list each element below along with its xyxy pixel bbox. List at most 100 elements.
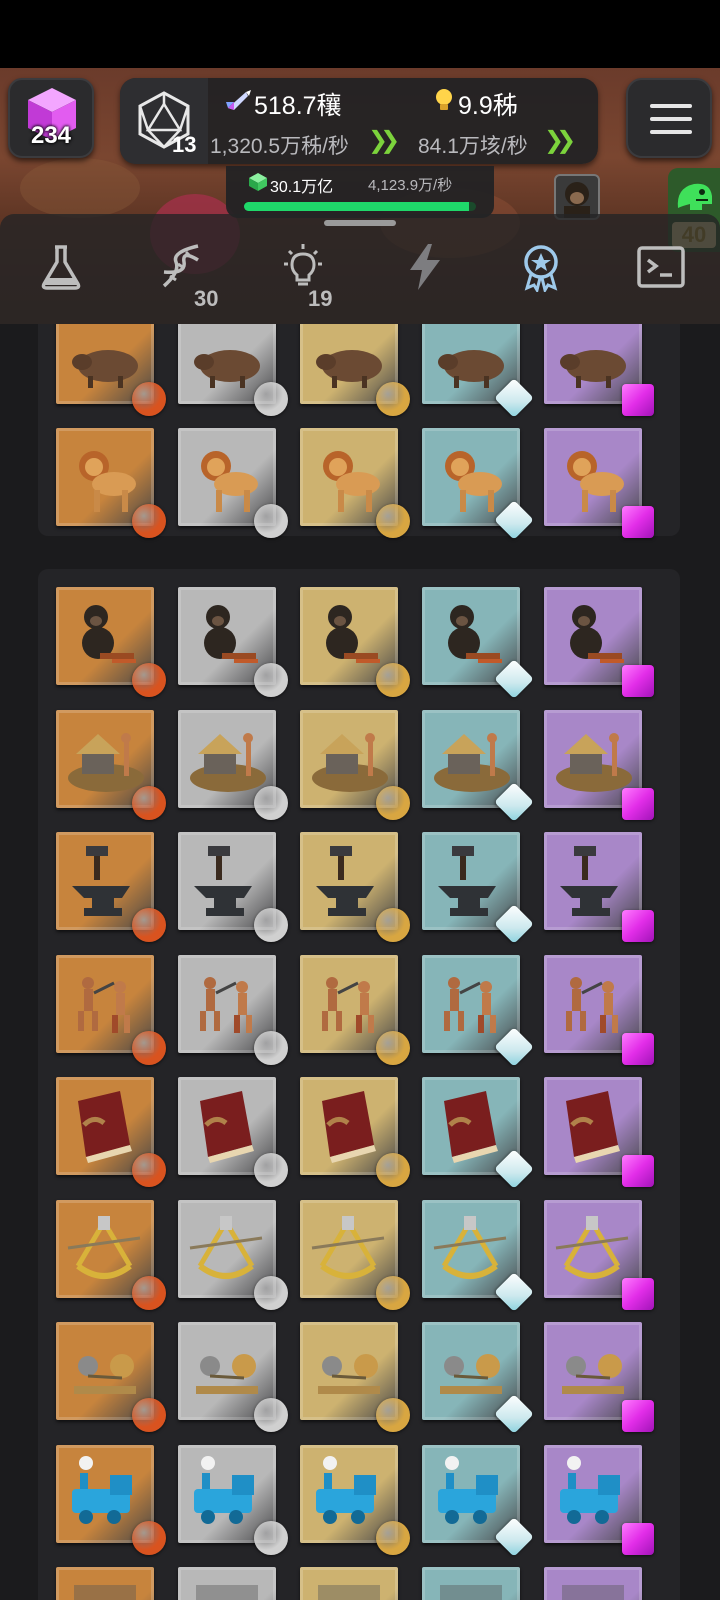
achievement-next-silver[interactable] (178, 1567, 276, 1600)
achievement-hut-bronze[interactable] (56, 709, 166, 820)
book-icon (566, 1091, 620, 1163)
achievement-steam-engine-silver[interactable] (178, 1322, 288, 1432)
rate-up-icon: ❯❯ (544, 126, 576, 154)
achievement-locomotive-diamond[interactable] (422, 1444, 534, 1557)
achievement-next-bronze[interactable] (56, 1567, 154, 1600)
gem-button[interactable]: 234 (8, 78, 94, 158)
fighters-icon (444, 976, 496, 1033)
achievement-next-gold[interactable] (300, 1567, 398, 1600)
achievement-steam-engine-amethyst[interactable] (544, 1322, 654, 1432)
achievement-locomotive-amethyst[interactable] (544, 1444, 654, 1555)
tab-dna[interactable]: 30 (140, 236, 220, 316)
dna-gem-icon (249, 173, 267, 191)
hut-icon (190, 732, 266, 792)
chimp-icon (564, 182, 590, 218)
achievement-book-diamond[interactable] (422, 1077, 534, 1189)
resource-b-value: 9.9秭 (458, 92, 518, 120)
achievement-next-diamond[interactable] (422, 1567, 520, 1600)
lion-icon (323, 451, 380, 512)
achievement-hut-silver[interactable] (178, 709, 288, 820)
achievement-book-silver[interactable] (178, 1077, 288, 1187)
tab-console[interactable] (620, 236, 700, 316)
chimp-icon (448, 605, 502, 663)
achievement-lion-bronze[interactable] (56, 428, 166, 538)
achievement-steam-engine-diamond[interactable] (422, 1322, 534, 1434)
achievement-lion-silver[interactable] (178, 428, 288, 538)
fighters-icon (78, 976, 130, 1033)
achievement-steam-engine-bronze[interactable] (56, 1322, 166, 1432)
terminal-icon (637, 246, 685, 288)
menu-line (650, 104, 692, 108)
achievement-sextant-silver[interactable] (178, 1199, 288, 1310)
achievement-fighters-silver[interactable] (178, 954, 288, 1065)
achievement-sextant-gold[interactable] (300, 1199, 410, 1310)
achievement-book-bronze[interactable] (56, 1077, 166, 1187)
boar-icon (438, 350, 504, 388)
achievement-chimp-diamond[interactable] (422, 587, 534, 699)
resource-panel[interactable]: 13 518.7穰 1,320.5万秭/秒 ❯❯ 9.9秭 84.1万垓/秒 ❯… (120, 78, 598, 164)
achievement-fighters-bronze[interactable] (56, 954, 166, 1065)
achievement-sextant-amethyst[interactable] (544, 1199, 654, 1310)
achievement-boar-bronze[interactable] (56, 324, 166, 416)
dna-panel[interactable]: 30.1万亿 4,123.9万/秒 (226, 166, 494, 218)
tab-bar: 30 19 (0, 214, 720, 324)
achievement-hut-gold[interactable] (300, 709, 410, 820)
achievement-next-amethyst[interactable] (544, 1567, 642, 1600)
locomotive-icon (194, 1455, 254, 1524)
achievement-steam-engine-gold[interactable] (300, 1322, 410, 1432)
dna-rate: 4,123.9万/秒 (368, 177, 453, 194)
tab-ideas[interactable]: 19 (262, 236, 342, 316)
anvil-icon (438, 846, 496, 916)
achievement-anvil-diamond[interactable] (422, 832, 534, 944)
tab-energy[interactable] (384, 236, 464, 316)
achievement-chimp-amethyst[interactable] (544, 587, 654, 697)
achievement-book-gold[interactable] (300, 1077, 410, 1187)
achievement-fighters-gold[interactable] (300, 954, 410, 1065)
gold-tier-badge-icon (376, 1520, 410, 1555)
achievement-lion-amethyst[interactable] (544, 428, 654, 538)
locomotive-icon (316, 1455, 376, 1524)
achievement-anvil-bronze[interactable] (56, 832, 166, 942)
achievement-hut-amethyst[interactable] (544, 709, 654, 820)
achievement-hut-diamond[interactable] (422, 709, 534, 822)
boar-icon (72, 350, 138, 388)
silver-tier-badge-icon (254, 663, 288, 697)
menu-button[interactable] (626, 78, 712, 158)
dice-box[interactable]: 13 (120, 78, 208, 164)
anvil-icon (194, 846, 252, 916)
gold-tier-badge-icon (376, 504, 410, 538)
achievement-fighters-amethyst[interactable] (544, 954, 654, 1065)
achievement-boar-gold[interactable] (300, 324, 410, 416)
drawer-handle[interactable] (324, 220, 396, 226)
achievement-locomotive-bronze[interactable] (56, 1444, 166, 1555)
silver-tier-badge-icon (254, 1153, 288, 1187)
achievement-boar-diamond[interactable] (422, 324, 534, 418)
achievement-chimp-silver[interactable] (178, 587, 288, 697)
achievement-anvil-amethyst[interactable] (544, 832, 654, 942)
achievement-sextant-diamond[interactable] (422, 1199, 534, 1312)
achievement-chimp-gold[interactable] (300, 587, 410, 697)
silver-tier-badge-icon (254, 908, 288, 942)
achievement-boar-amethyst[interactable] (544, 324, 654, 416)
achievement-locomotive-gold[interactable] (300, 1444, 410, 1555)
silver-tier-badge-icon (254, 1030, 288, 1065)
achievement-fighters-diamond[interactable] (422, 954, 534, 1067)
dna-icon (162, 244, 199, 288)
achievement-lion-gold[interactable] (300, 428, 410, 538)
achievement-chimp-bronze[interactable] (56, 587, 166, 697)
achievement-lion-diamond[interactable] (422, 428, 534, 540)
achievement-anvil-silver[interactable] (178, 832, 288, 942)
gold-tier-badge-icon (376, 908, 410, 942)
achievement-locomotive-silver[interactable] (178, 1444, 288, 1555)
bronze-tier-badge-icon (132, 1153, 166, 1187)
anvil-icon (560, 846, 618, 916)
achievement-boar-silver[interactable] (178, 324, 288, 416)
achievement-book-amethyst[interactable] (544, 1077, 654, 1187)
achievement-anvil-gold[interactable] (300, 832, 410, 942)
boar-icon (316, 350, 382, 388)
bronze-tier-badge-icon (132, 1030, 166, 1065)
tab-lab[interactable] (20, 236, 100, 316)
achievement-sextant-bronze[interactable] (56, 1199, 166, 1310)
lightning-icon (410, 244, 440, 290)
tab-achievements[interactable] (500, 236, 580, 316)
